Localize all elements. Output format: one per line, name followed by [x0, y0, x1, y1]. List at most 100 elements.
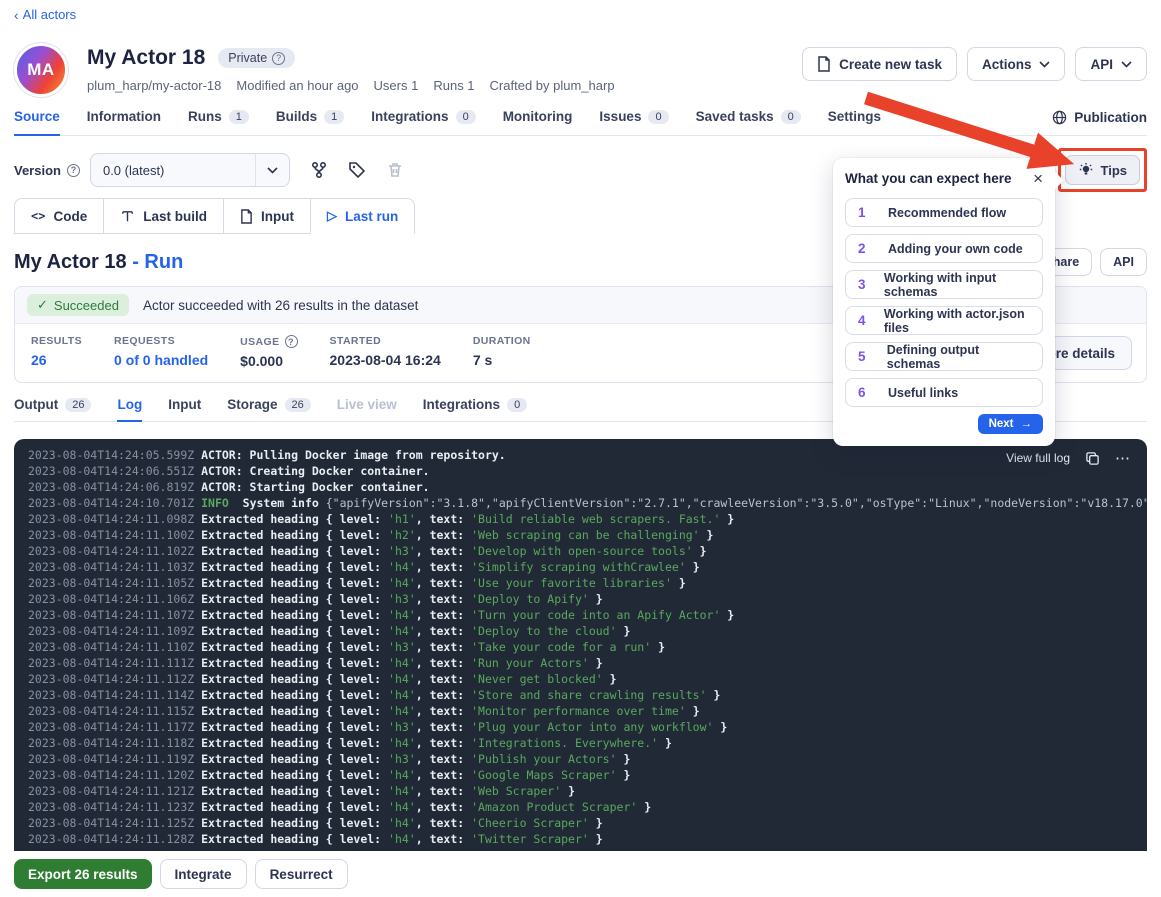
git-branch-button[interactable]	[310, 161, 328, 179]
log-ts: 2023-08-04T14:24:11.106Z	[28, 592, 201, 606]
delete-version-button[interactable]	[386, 161, 404, 179]
create-new-task-button[interactable]: Create new task	[802, 47, 957, 81]
log-str: 'h4'	[388, 768, 416, 782]
stat-label: REQUESTS	[114, 335, 208, 347]
tab-saved-tasks[interactable]: Saved tasks0	[696, 109, 801, 136]
tab-integrations[interactable]: Integrations 0	[371, 109, 475, 136]
log-line: 2023-08-04T14:24:11.120Z Extracted headi…	[28, 767, 1133, 783]
tab-runs[interactable]: Runs1	[188, 109, 249, 136]
run-tab-count-badge: 26	[285, 398, 311, 412]
more-options-icon[interactable]: ⋯	[1115, 449, 1131, 467]
log-msg: , text:	[416, 672, 471, 686]
log-ts: 2023-08-04T14:24:11.115Z	[28, 704, 201, 718]
tag-button[interactable]	[348, 161, 366, 179]
tab-builds[interactable]: Builds1	[276, 109, 344, 136]
code-icon: <>	[31, 209, 45, 223]
tip-number: 2	[858, 241, 888, 256]
tab-count-badge: 0	[456, 110, 476, 124]
trash-icon	[386, 161, 404, 179]
log-str: 'Run your Actors'	[471, 656, 589, 670]
page-title: My Actor 18	[87, 46, 205, 70]
copy-icon[interactable]	[1085, 451, 1100, 466]
log-msg: Extracted heading { level:	[201, 528, 388, 542]
status-badge-label: Succeeded	[54, 298, 119, 313]
breadcrumb-all-actors[interactable]: ‹ All actors	[14, 0, 76, 22]
export-results-button[interactable]: Export 26 results	[14, 859, 152, 889]
tab-monitoring[interactable]: Monitoring	[503, 109, 573, 136]
resurrect-button[interactable]: Resurrect	[255, 859, 348, 889]
tip-item-useful-links[interactable]: 6Useful links	[845, 378, 1043, 407]
run-tab-input[interactable]: Input	[168, 397, 201, 412]
run-api-button[interactable]: API	[1100, 248, 1147, 276]
log-msg: , text:	[416, 800, 471, 814]
log-msg: }	[603, 672, 617, 686]
tab-source[interactable]: Source	[14, 109, 60, 136]
tab-label: Settings	[828, 109, 881, 124]
log-msg: , text:	[416, 624, 471, 638]
chevron-down-icon	[255, 154, 289, 186]
tab-settings[interactable]: Settings	[828, 109, 881, 136]
tab-input[interactable]: Input	[223, 198, 311, 234]
git-branch-icon	[310, 161, 328, 179]
actions-button[interactable]: Actions	[967, 47, 1066, 81]
stat-value[interactable]: 26	[31, 352, 82, 368]
next-button[interactable]: Next →	[978, 414, 1043, 434]
run-tab-integrations[interactable]: Integrations0	[423, 397, 527, 412]
meta-crafted-by-plum-harp: Crafted by plum_harp	[490, 78, 615, 93]
log-msg: }	[693, 544, 707, 558]
tab-label: Integrations	[371, 109, 448, 124]
run-tab-label: Storage	[227, 397, 277, 412]
tab-issues[interactable]: Issues0	[599, 109, 668, 136]
stats-list: RESULTS26REQUESTS0 of 0 handledUSAGE?$0.…	[31, 335, 531, 369]
log-line: 2023-08-04T14:24:11.111Z Extracted headi…	[28, 655, 1133, 671]
tip-item-recommended-flow[interactable]: 1Recommended flow	[845, 198, 1043, 227]
chevron-down-icon	[1039, 61, 1050, 68]
log-msg: }	[720, 608, 734, 622]
run-tab-count-badge: 26	[65, 398, 91, 412]
log-msg: ACTOR: Starting Docker container.	[201, 480, 429, 494]
stat-results: RESULTS26	[31, 335, 82, 369]
api-label: API	[1090, 57, 1113, 72]
log-msg: , text:	[416, 736, 471, 750]
log-str: 'Publish your Actors'	[471, 752, 616, 766]
tip-item-working-with-input-schemas[interactable]: 3Working with input schemas	[845, 270, 1043, 299]
log-msg: Extracted heading { level:	[201, 736, 388, 750]
tip-item-adding-your-own-code[interactable]: 2Adding your own code	[845, 234, 1043, 263]
log-str: 'h4'	[388, 624, 416, 638]
tab-count-badge: 1	[324, 110, 344, 124]
tab-information[interactable]: Information	[87, 109, 161, 136]
close-icon[interactable]: ×	[1033, 170, 1043, 187]
tip-item-defining-output-schemas[interactable]: 5Defining output schemas	[845, 342, 1043, 371]
log-msg: }	[589, 592, 603, 606]
log-str: 'h4'	[388, 800, 416, 814]
run-tab-log[interactable]: Log	[117, 397, 142, 412]
tab-last-run[interactable]: ▷ Last run	[310, 198, 415, 234]
integrate-button[interactable]: Integrate	[160, 859, 247, 889]
tab-last-build[interactable]: Last build	[103, 198, 224, 234]
tip-label: Defining output schemas	[887, 343, 1030, 371]
log-ts: 2023-08-04T14:24:11.102Z	[28, 544, 201, 558]
run-tab-storage[interactable]: Storage 26	[227, 397, 311, 412]
log-msg: }	[589, 656, 603, 670]
run-tab-output[interactable]: Output26	[14, 397, 91, 412]
log-line: 2023-08-04T14:24:11.117Z Extracted headi…	[28, 719, 1133, 735]
log-str: 'Twitter Scraper'	[471, 832, 589, 846]
tip-number: 4	[858, 313, 884, 328]
stat-value[interactable]: 0 of 0 handled	[114, 352, 208, 368]
log-msg: Extracted heading { level:	[201, 672, 388, 686]
view-full-log-link[interactable]: View full log	[1006, 451, 1070, 465]
api-button[interactable]: API	[1075, 47, 1147, 81]
log-str: 'Plug your Actor into any workflow'	[471, 720, 713, 734]
log-str: 'h4'	[388, 576, 416, 590]
version-label-text: Version	[14, 163, 61, 178]
tips-button[interactable]: Tips	[1065, 155, 1141, 185]
log-str: 'h4'	[388, 608, 416, 622]
version-select[interactable]: 0.0 (latest)	[90, 153, 290, 187]
log-msg: Extracted heading { level:	[201, 608, 388, 622]
tab-code[interactable]: <> Code	[14, 198, 104, 234]
tip-item-working-with-actor-json-files[interactable]: 4Working with actor.json files	[845, 306, 1043, 335]
log-msg: ACTOR: Creating Docker container.	[201, 464, 429, 478]
log-msg: }	[700, 528, 714, 542]
log-str: 'h1'	[388, 512, 416, 526]
publication-button[interactable]: Publication	[1052, 110, 1147, 135]
